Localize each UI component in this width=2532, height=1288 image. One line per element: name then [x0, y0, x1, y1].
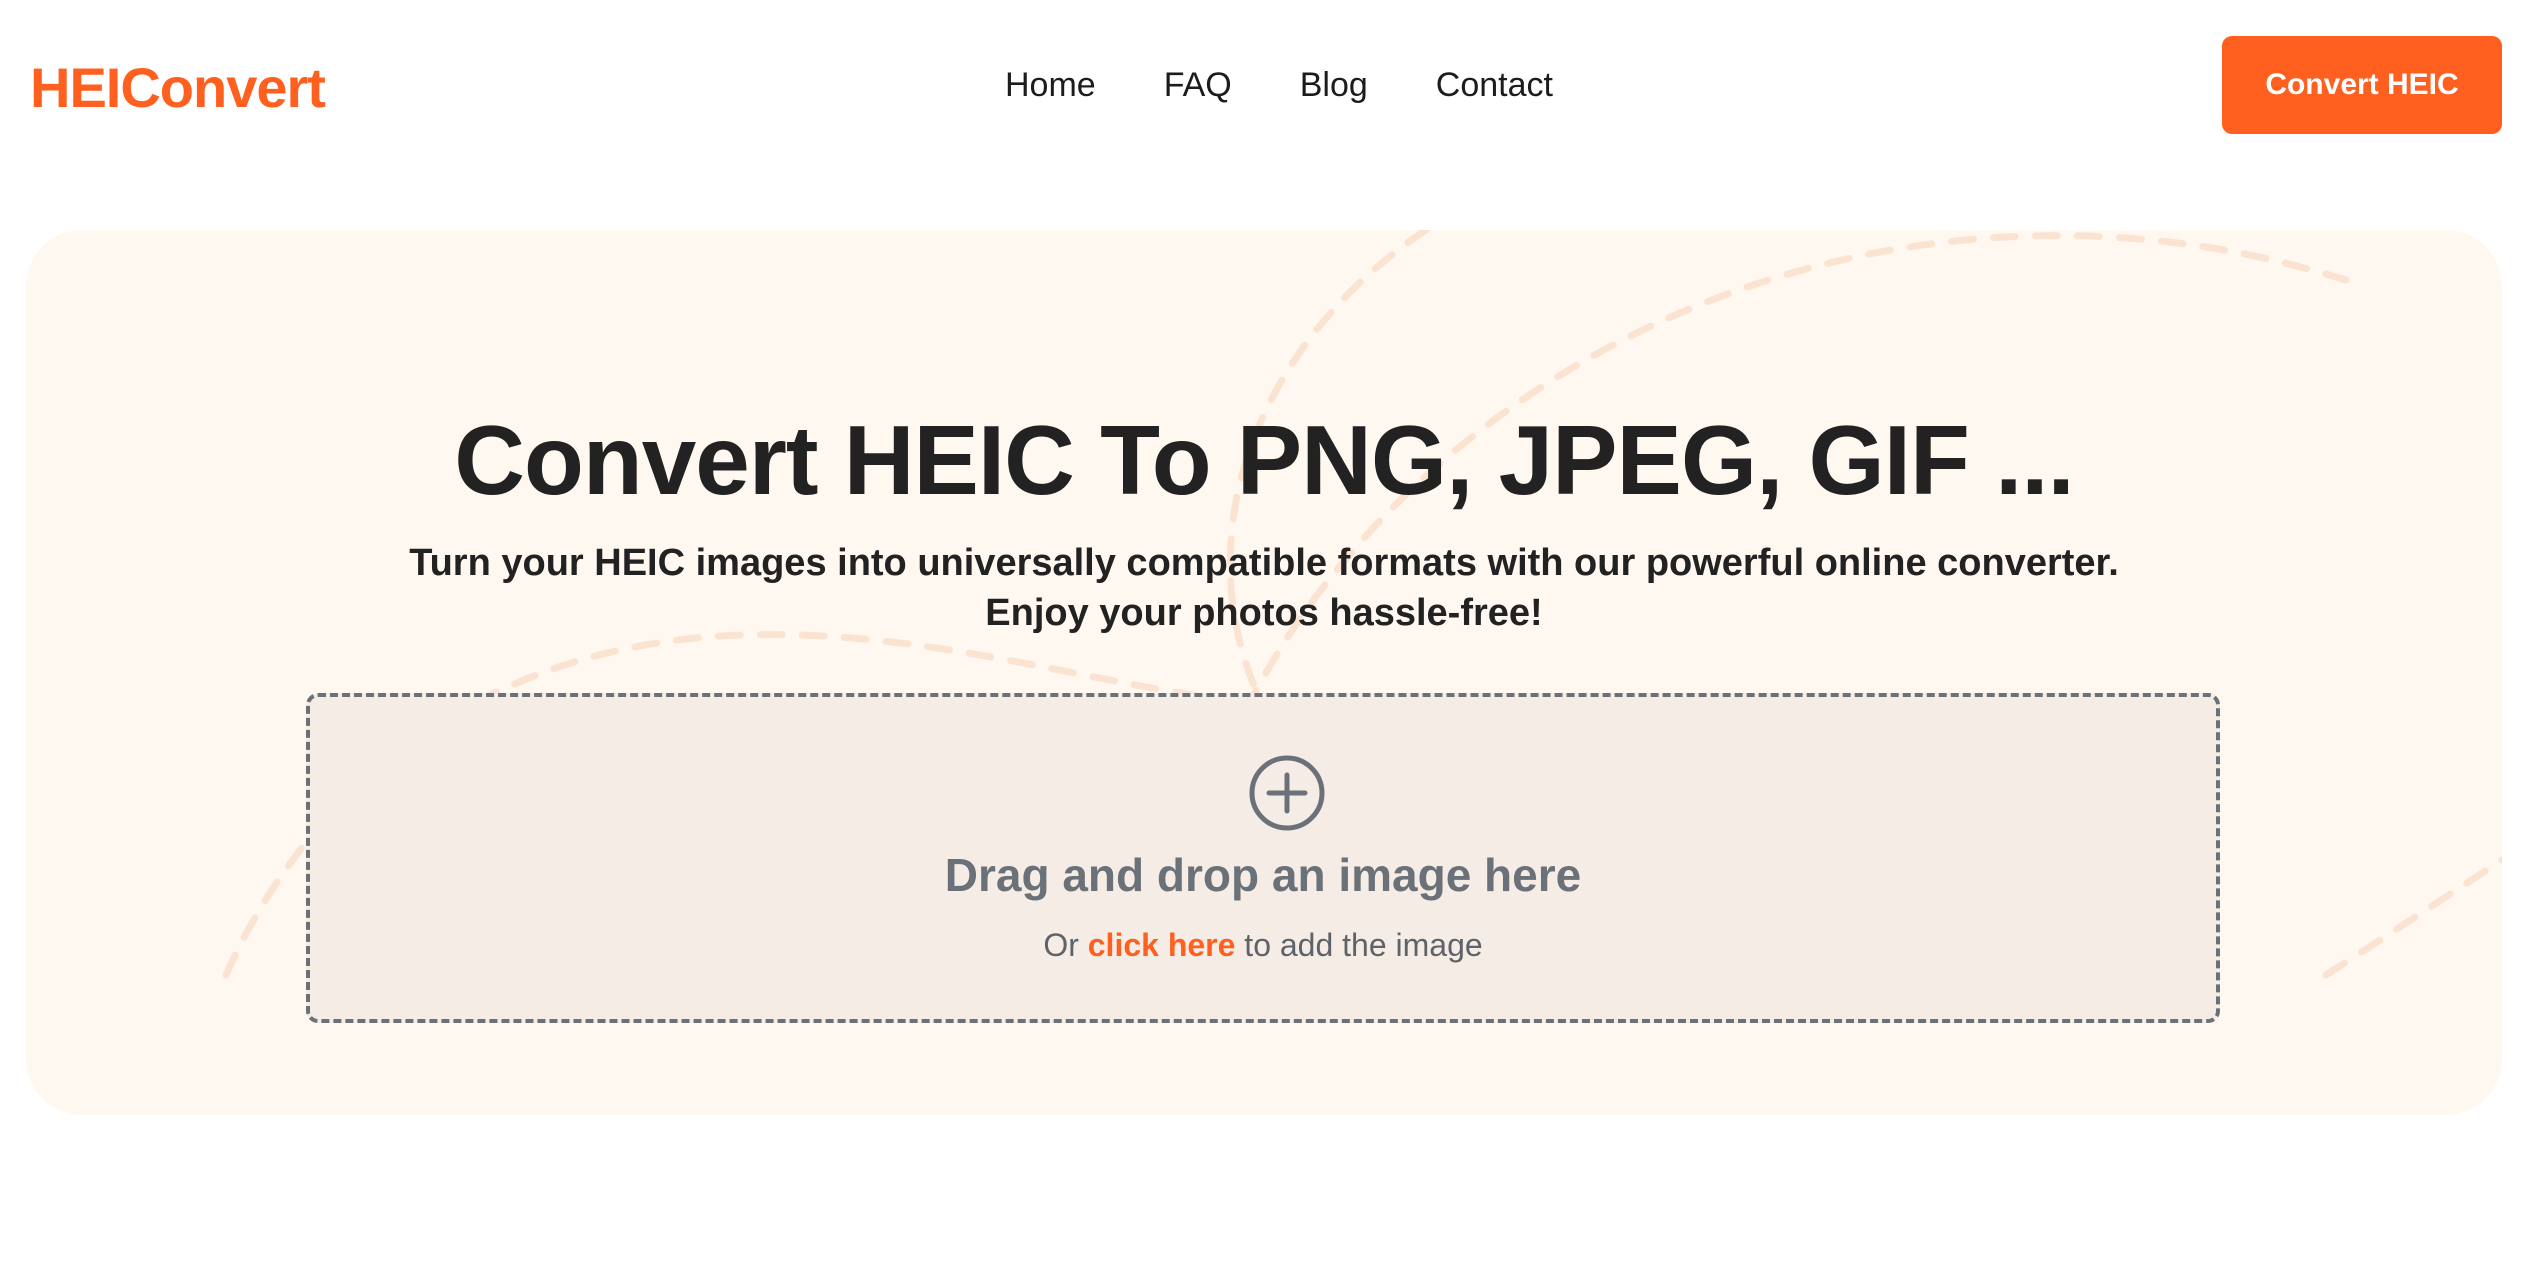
hero-title: Convert HEIC To PNG, JPEG, GIF ... [454, 405, 2075, 515]
hero-subtitle-line-1: Turn your HEIC images into universally c… [409, 542, 2119, 584]
dropzone-suffix: to add the image [1244, 927, 1483, 963]
nav-link-faq[interactable]: FAQ [1164, 52, 1232, 118]
hero-section: Convert HEIC To PNG, JPEG, GIF ... Turn … [26, 230, 2502, 1115]
site-header: HEIConvert Home FAQ Blog Contact Convert… [0, 0, 2532, 170]
convert-heic-button[interactable]: Convert HEIC [2222, 36, 2502, 134]
hero-subtitle-line-2: Enjoy your photos hassle-free! [985, 592, 1543, 634]
nav-link-contact[interactable]: Contact [1436, 52, 1553, 118]
dropzone-instruction: Or click here to add the image [310, 923, 2216, 967]
nav-link-blog[interactable]: Blog [1300, 52, 1368, 118]
nav-link-home[interactable]: Home [1005, 52, 1096, 118]
logo[interactable]: HEIConvert [30, 48, 326, 128]
image-dropzone[interactable]: Drag and drop an image here Or click her… [306, 693, 2220, 1023]
hero-subtitle: Turn your HEIC images into universally c… [26, 538, 2502, 638]
dropzone-prefix: Or [1043, 927, 1079, 963]
dropzone-title: Drag and drop an image here [944, 849, 1582, 901]
plus-circle-icon [1249, 755, 1325, 831]
main-nav: Home FAQ Blog Contact [1005, 52, 1553, 118]
click-here-link[interactable]: click here [1088, 927, 1236, 963]
